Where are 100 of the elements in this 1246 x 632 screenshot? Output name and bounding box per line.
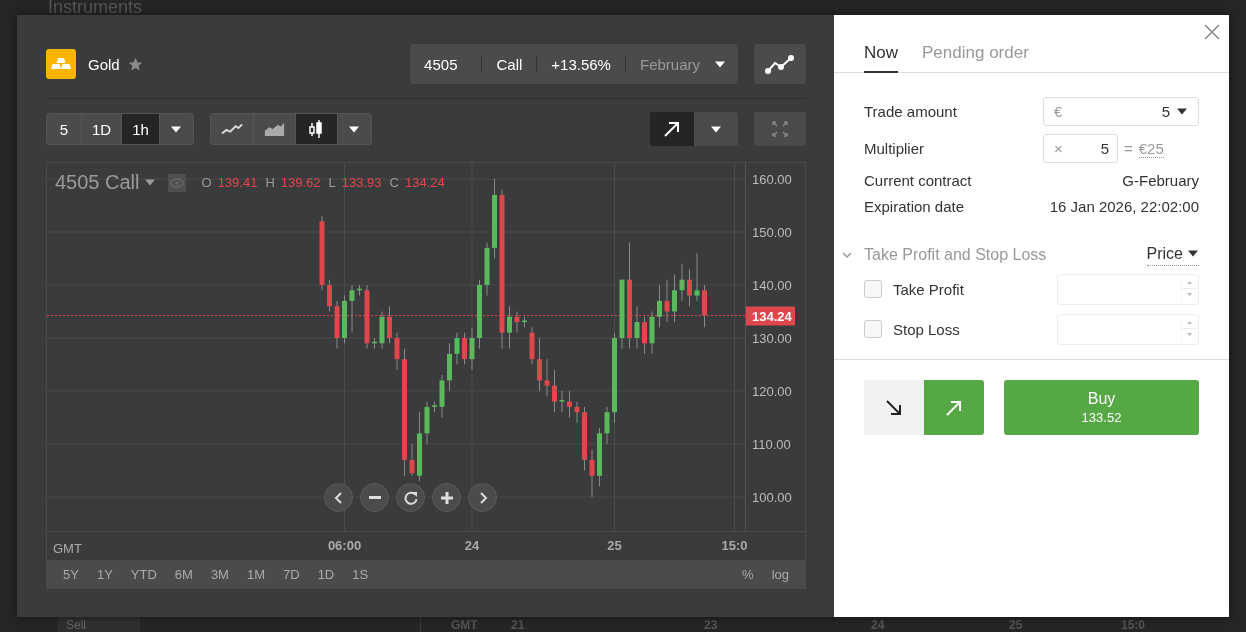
current-price-tag: 134.24 [746, 306, 795, 325]
candle [604, 406, 610, 445]
candle [574, 401, 580, 424]
range-button[interactable]: 7D [275, 566, 308, 582]
direction-button[interactable] [864, 380, 924, 435]
chevron-icon[interactable] [842, 251, 852, 259]
candle [447, 342, 452, 392]
price-label: 160.00 [752, 171, 792, 187]
detail-value: 16 Jan 2026, 22:02:00 [1049, 197, 1199, 215]
line-chart-icon [220, 122, 243, 136]
scroll-right-button[interactable] [468, 483, 497, 512]
candle [567, 390, 572, 418]
series-selector[interactable]: 4505 Call [55, 171, 156, 194]
chevron-right-icon [477, 491, 488, 504]
candle [349, 284, 355, 334]
total-amount: €25 [1138, 139, 1164, 158]
candle [702, 284, 707, 328]
candle [507, 305, 512, 350]
number-field[interactable] [1057, 273, 1199, 305]
price-label: 110.00 [752, 436, 791, 452]
time-label: 25 [607, 538, 622, 553]
interval-button[interactable]: 1h [121, 114, 159, 144]
stepper-icon [1181, 274, 1198, 302]
candle [687, 268, 692, 307]
candle [379, 311, 385, 350]
candle [477, 279, 482, 350]
caret-icon [348, 125, 361, 133]
star-icon[interactable] [127, 56, 143, 72]
scale-button[interactable]: % [734, 566, 762, 582]
detail-value: G-February [1122, 171, 1199, 189]
price-label: 140.00 [752, 277, 792, 293]
order-tab[interactable]: Now [864, 43, 898, 73]
candle [454, 332, 460, 365]
range-button[interactable]: 5Y [55, 566, 87, 582]
candle [529, 326, 535, 365]
arrow-icon [663, 120, 681, 138]
price-label: 100.00 [752, 489, 792, 505]
trend-button[interactable] [650, 112, 694, 146]
ohlc-key: H [265, 175, 275, 190]
stepper-icon [1181, 314, 1198, 342]
ingot-icon [46, 49, 76, 79]
range-button[interactable]: 1Y [88, 566, 121, 582]
zoom-out-button[interactable] [360, 483, 389, 512]
multiplier-field[interactable]: × 5 [1043, 134, 1118, 163]
scale-button[interactable]: log [763, 566, 797, 582]
reset-button[interactable] [396, 483, 425, 512]
candle [694, 252, 700, 302]
indicators-button[interactable] [754, 44, 806, 84]
contract-selector[interactable]: 4505 Call +13.56% February [410, 44, 738, 84]
price-label: 130.00 [752, 330, 792, 346]
detail-label: Expiration date [864, 197, 965, 215]
range-button[interactable]: 1D [309, 566, 343, 582]
checkbox[interactable] [864, 280, 882, 298]
field-label: Trade amount [864, 103, 957, 120]
range-button[interactable]: 1M [238, 566, 273, 582]
buy-button[interactable]: Buy 133.52 [1004, 380, 1199, 435]
interval-button[interactable]: 1D [81, 114, 122, 144]
expand-icon [772, 121, 788, 137]
range-button[interactable]: 3M [202, 566, 237, 582]
ohlc-value: 139.62 [280, 175, 321, 190]
candlestick-icon [308, 119, 325, 139]
section-title: Take Profit and Stop Loss [864, 246, 1047, 264]
range-button[interactable]: YTD [122, 566, 165, 582]
chevron-left-icon [333, 491, 344, 504]
candle [357, 284, 362, 297]
trend-dropdown[interactable] [694, 112, 738, 146]
candle [409, 443, 415, 477]
scroll-left-button[interactable] [324, 483, 353, 512]
zoom-in-button[interactable] [432, 483, 461, 512]
close-icon [1203, 23, 1221, 41]
candle [597, 427, 602, 487]
price-label: 120.00 [752, 383, 792, 399]
candle [559, 390, 565, 413]
instrument-name: Gold [88, 55, 120, 73]
area-chart-icon [263, 121, 285, 137]
ohlc-value: 139.41 [217, 175, 258, 190]
candle [394, 332, 400, 371]
chart-type-dropdown[interactable] [336, 114, 371, 144]
interval-dropdown[interactable] [158, 114, 193, 144]
number-field[interactable] [1057, 313, 1199, 345]
candle [439, 374, 445, 418]
candle [469, 326, 475, 371]
range-button[interactable]: 1S [344, 566, 377, 582]
candle [582, 406, 587, 471]
time-zone-label: GMT [53, 541, 82, 556]
mode-dropdown[interactable]: Price [1146, 244, 1199, 266]
checkbox-label: Take Profit [893, 280, 964, 298]
ohlc-key: L [328, 175, 336, 190]
caret-icon [143, 179, 156, 186]
checkbox[interactable] [864, 320, 882, 338]
caret-icon [714, 60, 726, 68]
interval-button[interactable]: 5 [47, 114, 81, 144]
order-tab[interactable]: Pending order [922, 43, 1029, 73]
candle [537, 337, 542, 392]
chart-type-button[interactable] [294, 114, 337, 144]
arrow-up-icon [945, 398, 963, 417]
close-button[interactable] [1203, 23, 1221, 41]
candle [522, 316, 527, 328]
range-button[interactable]: 6M [166, 566, 201, 582]
trade-amount-select[interactable]: € 5 [1043, 97, 1199, 126]
